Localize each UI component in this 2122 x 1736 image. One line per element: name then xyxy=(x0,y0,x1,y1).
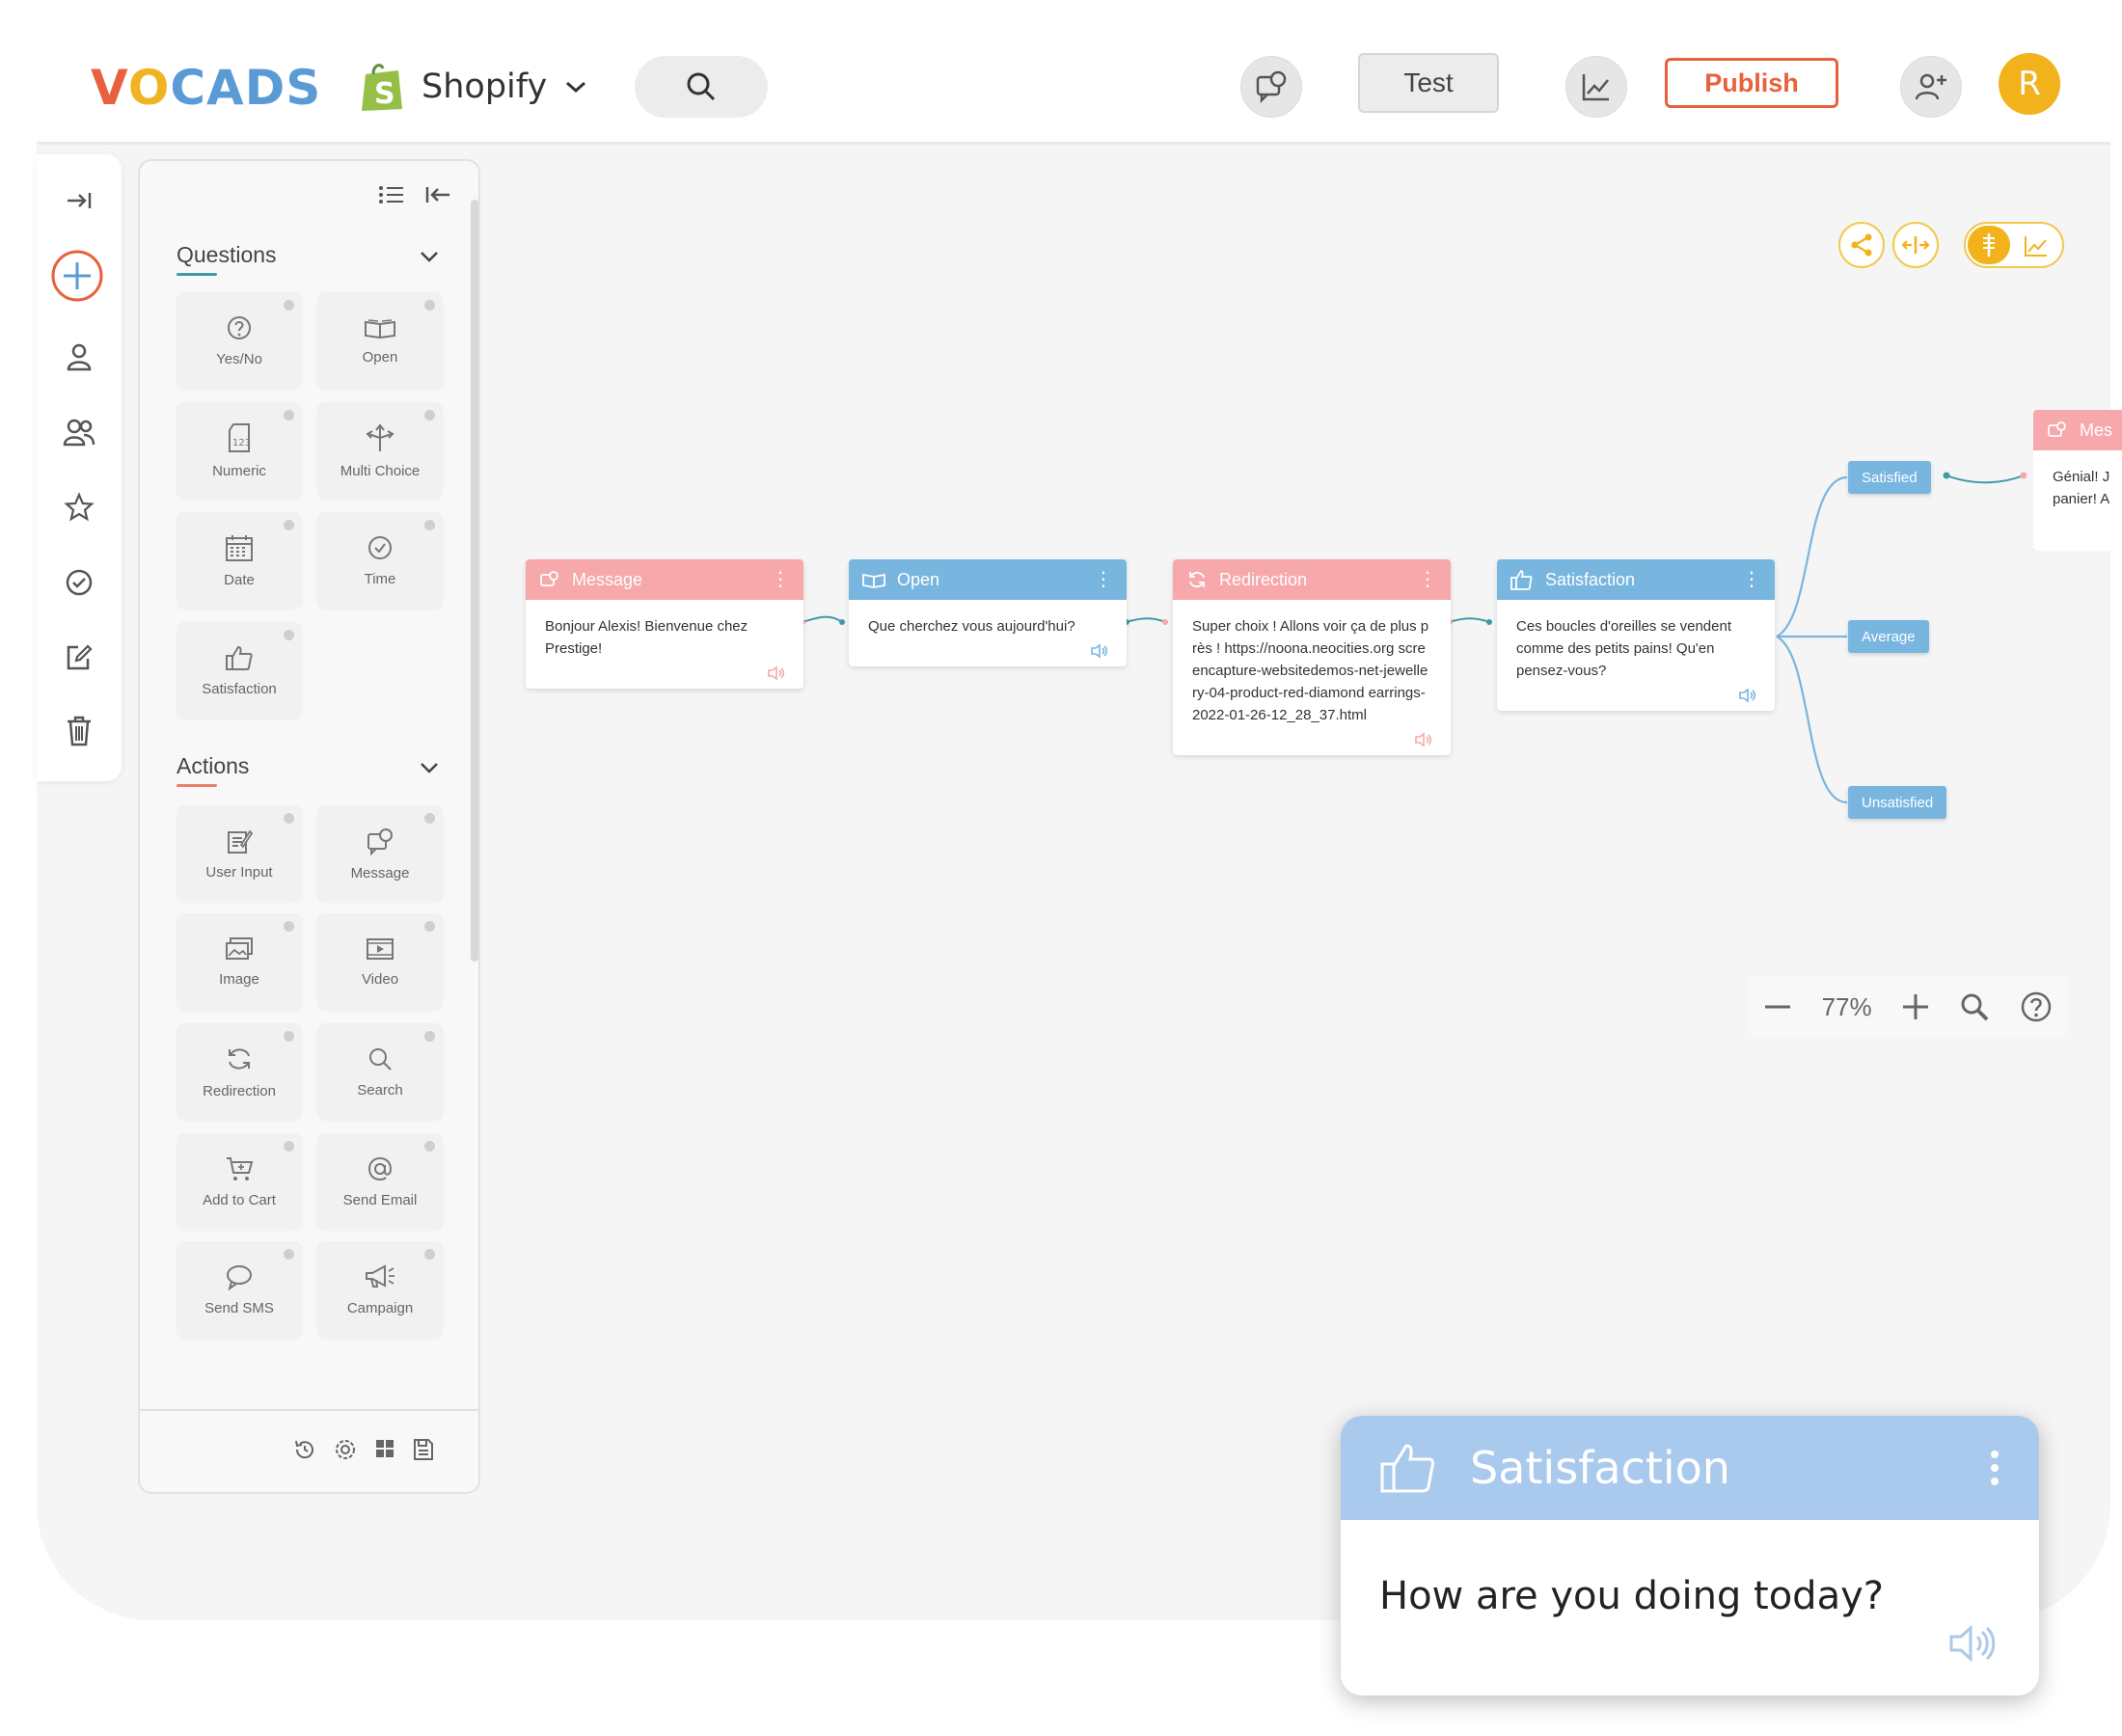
speaker-icon[interactable] xyxy=(767,665,786,681)
thumbs-up-icon xyxy=(1380,1444,1435,1493)
flow-node-satisfaction[interactable]: Satisfaction ⋮ Ces boucles d'oreilles se… xyxy=(1497,559,1775,711)
kebab-menu-icon[interactable] xyxy=(1989,1449,2000,1487)
node-body: Bonjour Alexis! Bienvenue chez Prestige! xyxy=(526,600,803,689)
node-header[interactable]: Mes xyxy=(2033,410,2122,450)
thumbs-up-icon xyxy=(1510,570,1533,590)
node-text-line: panier! A xyxy=(2053,491,2110,507)
message-icon xyxy=(540,571,558,586)
kebab-menu-icon[interactable]: ⋮ xyxy=(771,570,790,589)
node-text: Que cherchez vous aujourd'hui? xyxy=(868,618,1075,635)
preview-card-header: Satisfaction xyxy=(1341,1416,2039,1520)
node-header[interactable]: Satisfaction ⋮ xyxy=(1497,559,1775,600)
open-book-icon xyxy=(862,573,885,588)
speaker-icon[interactable] xyxy=(1738,688,1757,703)
outcome-satisfied[interactable]: Satisfied xyxy=(1848,461,1931,494)
outcome-average[interactable]: Average xyxy=(1848,620,1929,653)
magnifier-icon[interactable] xyxy=(1959,991,1990,1022)
node-header[interactable]: Open ⋮ xyxy=(849,559,1127,600)
refresh-icon xyxy=(1189,571,1205,588)
zoom-controls: 77% xyxy=(1749,976,2067,1038)
kebab-menu-icon[interactable]: ⋮ xyxy=(1094,570,1113,589)
node-text: Super choix ! Allons voir ça de plus prè… xyxy=(1192,618,1429,723)
speaker-icon[interactable] xyxy=(1090,643,1109,659)
speaker-icon[interactable] xyxy=(1948,1624,1997,1663)
zoom-out-icon[interactable] xyxy=(1763,1004,1792,1010)
node-body: Ces boucles d'oreilles se vendent comme … xyxy=(1497,600,1775,711)
node-type-label: Satisfaction xyxy=(1545,569,1636,589)
node-body: Que cherchez vous aujourd'hui? xyxy=(849,600,1127,666)
node-header[interactable]: Message ⋮ xyxy=(526,559,803,600)
node-type-label: Message xyxy=(572,569,643,589)
outcome-unsatisfied[interactable]: Unsatisfied xyxy=(1848,786,1947,819)
node-type-label: Mes xyxy=(2080,420,2113,440)
node-body: Génial! J panier! A xyxy=(2033,450,2122,551)
flow-node-redirection[interactable]: Redirection ⋮ Super choix ! Allons voir … xyxy=(1173,559,1451,755)
node-header[interactable]: Redirection ⋮ xyxy=(1173,559,1451,600)
node-type-label: Open xyxy=(897,569,940,589)
zoom-in-icon[interactable] xyxy=(1901,992,1930,1021)
node-text: Ces boucles d'oreilles se vendent comme … xyxy=(1516,618,1731,679)
flow-node-message[interactable]: Message ⋮ Bonjour Alexis! Bienvenue chez… xyxy=(526,559,803,689)
help-icon[interactable] xyxy=(2020,990,2053,1023)
node-text-line: Génial! J xyxy=(2053,469,2110,485)
zoom-level: 77% xyxy=(1821,991,1872,1021)
kebab-menu-icon[interactable]: ⋮ xyxy=(1742,570,1761,589)
node-body: Super choix ! Allons voir ça de plus prè… xyxy=(1173,600,1451,755)
kebab-menu-icon[interactable]: ⋮ xyxy=(1418,570,1437,589)
node-text: Bonjour Alexis! Bienvenue chez Prestige! xyxy=(545,618,748,657)
message-icon xyxy=(2048,421,2066,437)
preview-card-body: How are you doing today? xyxy=(1341,1520,2039,1618)
preview-card-title: Satisfaction xyxy=(1470,1442,1730,1494)
flow-node-message-partial-clip: Mes Génial! J panier! A xyxy=(2033,410,2122,551)
preview-card-text: How are you doing today? xyxy=(1379,1574,1884,1618)
satisfaction-preview-card[interactable]: Satisfaction How are you doing today? xyxy=(1341,1416,2039,1695)
flow-node-open[interactable]: Open ⋮ Que cherchez vous aujourd'hui? xyxy=(849,559,1127,666)
node-type-label: Redirection xyxy=(1219,569,1308,589)
speaker-icon[interactable] xyxy=(1414,732,1433,747)
flow-node-message-partial[interactable]: Mes Génial! J panier! A xyxy=(2033,410,2122,551)
